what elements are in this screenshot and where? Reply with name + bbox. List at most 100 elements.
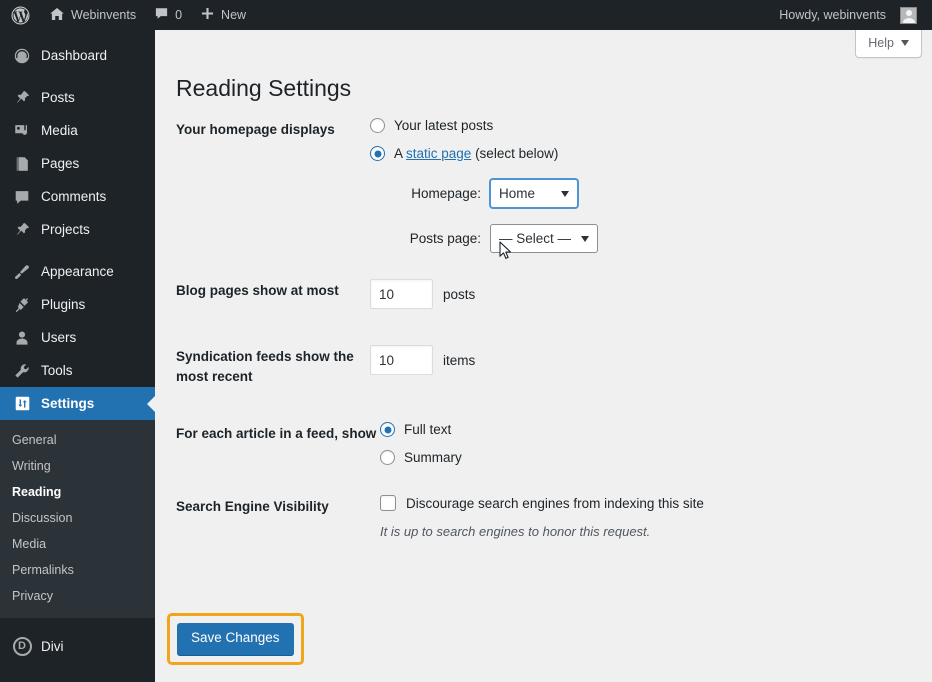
homepage-select-label: Homepage: [411, 186, 481, 201]
settings-sliders-icon [12, 394, 32, 414]
sidebar-item-users[interactable]: Users [0, 321, 155, 354]
new-content-label: New [221, 7, 247, 22]
sidebar-item-divi[interactable]: D Divi [0, 626, 155, 666]
submenu-item-general[interactable]: General [0, 427, 155, 453]
radio-static-page-row[interactable]: A static page (select below) [370, 146, 932, 161]
syndication-feeds-input[interactable] [370, 345, 433, 375]
comment-bubble-icon [154, 6, 169, 24]
radio-latest-posts[interactable] [370, 118, 385, 133]
submenu-item-media[interactable]: Media [0, 531, 155, 557]
search-visibility-field: Discourage search engines from indexing … [380, 495, 932, 539]
sidebar-item-projects[interactable]: Projects [0, 213, 155, 246]
syndication-feeds-label: Syndication feeds show the most recent [155, 345, 360, 386]
radio-full-text[interactable] [380, 422, 395, 438]
posts-page-select-value: — Select — [499, 231, 572, 246]
homepage-select[interactable]: Home [490, 179, 578, 208]
home-icon [49, 6, 65, 25]
feed-article-label: For each article in a feed, show [176, 426, 377, 442]
posts-page-select-label: Posts page: [409, 231, 481, 246]
comment-bubble-icon [12, 187, 32, 207]
posts-page-select-row: Posts page: — Select — [370, 224, 932, 253]
sidebar-item-posts[interactable]: Posts [0, 81, 155, 114]
sidebar-item-settings[interactable]: Settings [0, 387, 155, 420]
radio-static-page-label: A static page (select below) [394, 146, 558, 161]
search-visibility-hint: It is up to search engines to honor this… [380, 524, 651, 540]
radio-static-page[interactable] [370, 146, 385, 161]
homepage-select-value: Home [499, 186, 536, 201]
submenu-item-reading[interactable]: Reading [0, 479, 155, 505]
submenu-item-writing[interactable]: Writing [0, 453, 155, 479]
comments-button[interactable]: 0 [145, 0, 191, 30]
discourage-search-row[interactable]: Discourage search engines from indexing … [380, 495, 932, 512]
discourage-search-checkbox[interactable] [380, 495, 396, 512]
save-changes-highlight: Save Changes [167, 613, 304, 665]
sidebar-item-label: Projects [41, 222, 90, 237]
menu-divider-2 [0, 246, 155, 255]
sidebar-item-label: Settings [41, 396, 95, 411]
admin-bar-right: Howdy, webinvents [770, 0, 932, 30]
sidebar-item-label: Posts [41, 90, 75, 105]
divi-d-icon: D [12, 636, 32, 656]
syndication-feeds-unit: items [443, 352, 476, 368]
radio-summary[interactable] [380, 450, 395, 466]
radio-latest-posts-row[interactable]: Your latest posts [370, 118, 932, 133]
sidebar-item-label: Users [41, 330, 77, 345]
pages-icon [12, 154, 32, 174]
wordpress-logo-button[interactable] [0, 0, 40, 30]
homepage-displays-field: Your latest posts A static page (select … [370, 118, 932, 253]
sidebar-item-label: Media [41, 123, 78, 138]
pin-icon [12, 88, 32, 108]
sidebar-item-comments[interactable]: Comments [0, 180, 155, 213]
sidebar-item-tools[interactable]: Tools [0, 354, 155, 387]
admin-bar: Webinvents 0 New Howdy, webinvents [0, 0, 932, 30]
radio-full-text-row[interactable]: Full text [380, 422, 932, 438]
sidebar-item-label: Plugins [41, 297, 86, 312]
sidebar-item-label: Appearance [41, 264, 114, 279]
new-content-button[interactable]: New [191, 0, 255, 30]
homepage-select-row: Homepage: Home [370, 179, 932, 208]
radio-summary-row[interactable]: Summary [380, 450, 932, 466]
sidebar-item-label: Dashboard [41, 48, 108, 63]
sidebar-item-media[interactable]: Media [0, 114, 155, 147]
help-toggle-button[interactable]: Help [855, 30, 922, 58]
my-account-button[interactable]: Howdy, webinvents [770, 0, 926, 30]
save-changes-button[interactable]: Save Changes [177, 623, 294, 655]
blog-pages-unit: posts [443, 286, 476, 302]
posts-page-select[interactable]: — Select — [490, 224, 599, 253]
sidebar-item-pages[interactable]: Pages [0, 147, 155, 180]
blog-pages-label: Blog pages show at most [176, 283, 339, 298]
syndication-feeds-label-text: Syndication feeds show the most recent [176, 349, 354, 384]
submenu-item-permalinks[interactable]: Permalinks [0, 557, 155, 583]
sidebar-item-plugins[interactable]: Plugins [0, 288, 155, 321]
blog-pages-input[interactable] [370, 279, 433, 309]
menu-divider-1 [0, 72, 155, 81]
pin-icon [12, 220, 32, 240]
submenu-item-discussion[interactable]: Discussion [0, 505, 155, 531]
static-page-link[interactable]: static page [406, 146, 471, 161]
plug-icon [12, 295, 32, 315]
sidebar-item-dashboard[interactable]: Dashboard [0, 39, 155, 72]
admin-sidebar-menu: Dashboard Posts Media Pages Comments Pro… [0, 30, 155, 682]
admin-bar-left: Webinvents 0 New [0, 0, 255, 30]
menu-top-spacer [0, 30, 155, 39]
feed-article-row: For each article in a feed, show Full te… [155, 422, 932, 466]
comments-count: 0 [175, 8, 183, 22]
help-label: Help [868, 36, 894, 50]
radio-full-text-label: Full text [404, 422, 452, 438]
chevron-down-icon [561, 190, 569, 197]
site-name-button[interactable]: Webinvents [40, 0, 145, 30]
menu-divider-3 [0, 618, 155, 626]
sidebar-item-appearance[interactable]: Appearance [0, 255, 155, 288]
search-visibility-label: Search Engine Visibility [176, 499, 329, 515]
submenu-item-privacy[interactable]: Privacy [0, 583, 155, 609]
blog-pages-field: posts [370, 279, 932, 309]
main-content-area: Help Reading Settings Your homepage disp… [155, 30, 932, 682]
howdy-label: Howdy, webinvents [779, 7, 886, 22]
homepage-displays-label: Your homepage displays [176, 122, 335, 137]
user-avatar-icon [900, 6, 917, 24]
page-title: Reading Settings [176, 75, 352, 101]
static-suffix-text: (select below) [471, 146, 559, 161]
wordpress-logo-icon [11, 5, 30, 25]
site-name-label: Webinvents [71, 7, 137, 22]
chevron-down-icon [581, 235, 590, 242]
